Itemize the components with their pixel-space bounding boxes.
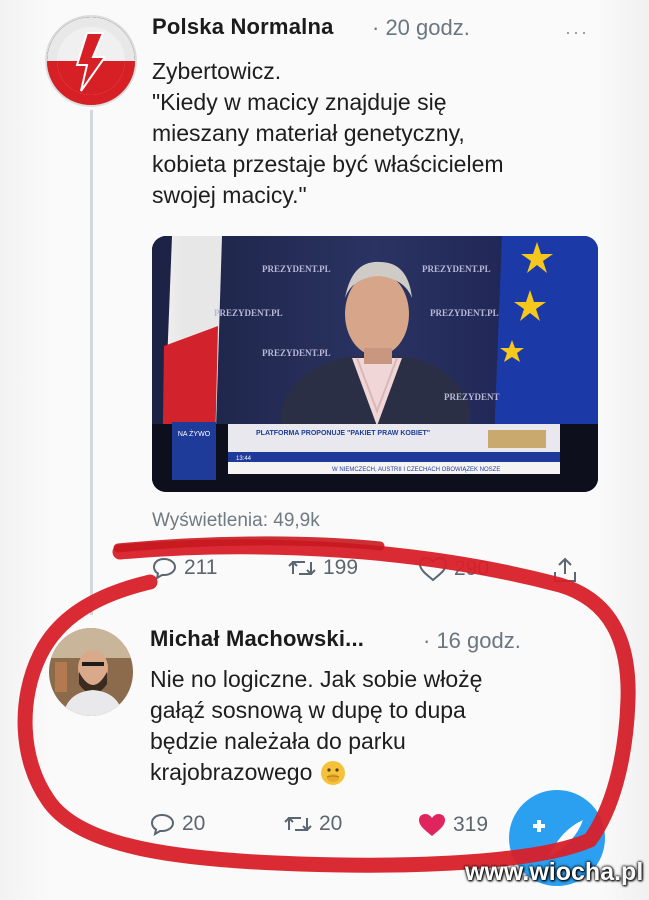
- thread-connector-line: [90, 110, 93, 615]
- ticker-headline: PLATFORMA PROPONUJE "PAKIET PRAW KOBIET": [256, 430, 430, 437]
- tweet1-text-line: "Kiedy w macicy znajduje się: [152, 89, 447, 115]
- tweet1-text-line: kobieta przestaje być właścicielem: [152, 151, 504, 177]
- tweet1-author-name[interactable]: Polska Normalna: [152, 14, 334, 40]
- tweet2-like-button[interactable]: 319: [417, 812, 488, 838]
- reply-icon: [152, 557, 177, 580]
- tweet1-text-line: Zybertowicz.: [152, 58, 282, 84]
- live-badge: NA ŻYWO: [178, 429, 211, 438]
- tweet2-timestamp[interactable]: · 16 godz.: [423, 628, 521, 654]
- tweet2-reply-button[interactable]: 20: [150, 812, 205, 836]
- wall-text: PREZYDENT: [444, 392, 500, 402]
- tweet2-text-line: będzie należała do parku: [150, 728, 406, 754]
- tweet2-retweet-count: 20: [319, 812, 343, 835]
- ticker-clock: 13:44: [236, 456, 252, 462]
- retweet-icon: [288, 561, 316, 575]
- tweet1-text: Zybertowicz. "Kiedy w macicy znajduje si…: [152, 56, 504, 211]
- profile-photo: [49, 628, 133, 716]
- michal-machowski-avatar[interactable]: [49, 628, 133, 716]
- tv-broadcast-still: NA ŻYWO PLATFORMA PROPONUJE "PAKIET PRAW…: [152, 236, 598, 492]
- tweet1-like-button[interactable]: 290: [418, 556, 489, 582]
- tweet1-share-button[interactable]: [552, 556, 584, 584]
- tweet2-text-line: krajobrazowego: [150, 757, 482, 788]
- wall-text: PREZYDENT.PL: [214, 308, 283, 318]
- tweet1-reply-button[interactable]: 211: [152, 556, 217, 580]
- tweet1-timestamp[interactable]: · 20 godz.: [372, 15, 470, 41]
- more-options-icon[interactable]: ···: [565, 22, 589, 43]
- wall-text: PREZYDENT.PL: [262, 264, 331, 274]
- face-with-hand-over-mouth-icon: [321, 760, 346, 785]
- tweet2-text: Nie no logiczne. Jak sobie włożę gałąź s…: [150, 664, 482, 788]
- tweet2-retweet-button[interactable]: 20: [283, 812, 342, 836]
- tweet1-view-count: Wyświetlenia: 49,9k: [152, 510, 320, 531]
- tweet1-video-media[interactable]: NA ŻYWO PLATFORMA PROPONUJE "PAKIET PRAW…: [152, 236, 598, 492]
- tweet1-retweet-count: 199: [323, 556, 359, 579]
- wall-text: PREZYDENT.PL: [262, 348, 331, 358]
- heart-icon: [418, 556, 448, 582]
- wall-text: PREZYDENT.PL: [430, 308, 499, 318]
- tweet1-text-line: swojej macicy.": [152, 182, 307, 208]
- site-watermark: www.wiocha.pl: [465, 858, 644, 886]
- wall-text: PREZYDENT.PL: [422, 264, 491, 274]
- tweet2-like-count: 319: [453, 813, 489, 836]
- tweet1-text-line: mieszany materiał genetyczny,: [152, 120, 465, 146]
- tweet1-reply-count: 211: [184, 556, 218, 579]
- tweet1-like-count: 290: [454, 557, 490, 580]
- lightning-logo-icon: [47, 17, 135, 105]
- tweet1-retweet-button[interactable]: 199: [287, 556, 358, 580]
- tweet2-text-line: Nie no logiczne. Jak sobie włożę: [150, 666, 483, 692]
- tweet2-reply-count: 20: [182, 812, 206, 835]
- tweet2-text-line: gałąź sosnową w dupę to dupa: [150, 697, 466, 723]
- retweet-icon: [284, 817, 312, 831]
- ticker-subline: W NIEMCZECH, AUSTRII I CZECHACH OBOWIĄZE…: [332, 467, 500, 473]
- tweet2-text-line-end: krajobrazowego: [150, 759, 313, 785]
- tweet2-author-name[interactable]: Michał Machowski...: [150, 626, 364, 652]
- screenshot-page: Polska Normalna · 20 godz. ··· Zybertowi…: [0, 0, 649, 900]
- heart-filled-icon: [419, 814, 445, 836]
- polska-normalna-avatar[interactable]: [47, 17, 135, 105]
- reply-icon: [150, 813, 175, 836]
- share-icon: [554, 557, 576, 582]
